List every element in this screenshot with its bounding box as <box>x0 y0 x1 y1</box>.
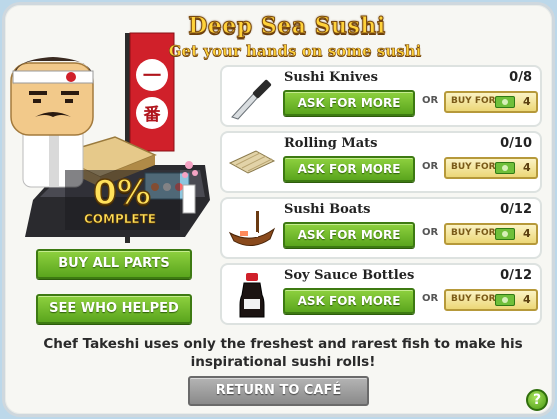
buy-for-cash-button[interactable]: BUY FOR 4 <box>444 91 538 113</box>
buy-price: 4 <box>523 161 531 174</box>
see-who-helped-button[interactable]: SEE WHO HELPED <box>36 294 192 324</box>
buy-for-label: BUY FOR <box>451 162 496 172</box>
or-label: OR <box>422 293 439 304</box>
chef-takeshi <box>10 57 94 188</box>
buy-price: 4 <box>523 95 531 108</box>
dialog-subtitle: Get your hands on some sushi <box>168 42 422 61</box>
part-count: 0/8 <box>509 70 532 85</box>
ask-for-more-button[interactable]: ASK FOR MORE <box>283 156 415 182</box>
part-row-sushi-knives: Sushi Knives 0/8 ASK FOR MORE OR BUY FOR… <box>220 65 542 127</box>
buy-for-cash-button[interactable]: BUY FOR 4 <box>444 223 538 245</box>
buy-price: 4 <box>523 227 531 240</box>
part-name: Sushi Knives <box>284 70 378 85</box>
knife-icon <box>231 79 272 120</box>
buy-for-label: BUY FOR <box>451 96 496 106</box>
part-name: Sushi Boats <box>284 202 371 217</box>
cash-icon <box>495 162 515 174</box>
ask-for-more-button[interactable]: ASK FOR MORE <box>283 288 415 314</box>
or-label: OR <box>422 161 439 172</box>
part-count: 0/12 <box>500 268 532 283</box>
buy-price: 4 <box>523 293 531 306</box>
part-row-soy-sauce-bottles: Soy Sauce Bottles 0/12 ASK FOR MORE OR B… <box>220 263 542 325</box>
buy-for-cash-button[interactable]: BUY FOR 4 <box>444 157 538 179</box>
progress-percent: 0% <box>92 172 151 214</box>
help-icon[interactable]: ? <box>526 389 548 411</box>
ask-for-more-button[interactable]: ASK FOR MORE <box>283 90 415 116</box>
part-name: Rolling Mats <box>284 136 378 151</box>
buy-for-label: BUY FOR <box>451 294 496 304</box>
banner-glyph-2: 番 <box>143 105 162 125</box>
cash-icon <box>495 96 515 108</box>
build-dialog: 一 番 Deep Sea Sushi Get your hands on som… <box>2 2 555 417</box>
soy-sauce-icon <box>239 273 265 318</box>
ask-for-more-button[interactable]: ASK FOR MORE <box>283 222 415 248</box>
or-label: OR <box>422 227 439 238</box>
buy-all-parts-button[interactable]: BUY ALL PARTS <box>36 249 192 279</box>
buy-for-label: BUY FOR <box>451 228 496 238</box>
item-description: Chef Takeshi uses only the freshest and … <box>43 336 523 370</box>
or-label: OR <box>422 95 439 106</box>
part-name: Soy Sauce Bottles <box>284 268 415 283</box>
return-to-cafe-button[interactable]: RETURN TO CAFÉ <box>188 376 369 406</box>
cash-icon <box>495 228 515 240</box>
part-count: 0/12 <box>500 202 532 217</box>
buy-for-cash-button[interactable]: BUY FOR 4 <box>444 289 538 311</box>
rolling-mat-icon <box>228 150 276 174</box>
cash-icon <box>495 294 515 306</box>
sushi-boat-icon <box>228 211 276 246</box>
progress-complete-label: COMPLETE <box>84 212 157 227</box>
dialog-title: Deep Sea Sushi <box>188 13 386 40</box>
banner-glyph-1: 一 <box>143 66 161 87</box>
part-count: 0/10 <box>500 136 532 151</box>
part-row-sushi-boats: Sushi Boats 0/12 ASK FOR MORE OR BUY FOR… <box>220 197 542 259</box>
part-row-rolling-mats: Rolling Mats 0/10 ASK FOR MORE OR BUY FO… <box>220 131 542 193</box>
